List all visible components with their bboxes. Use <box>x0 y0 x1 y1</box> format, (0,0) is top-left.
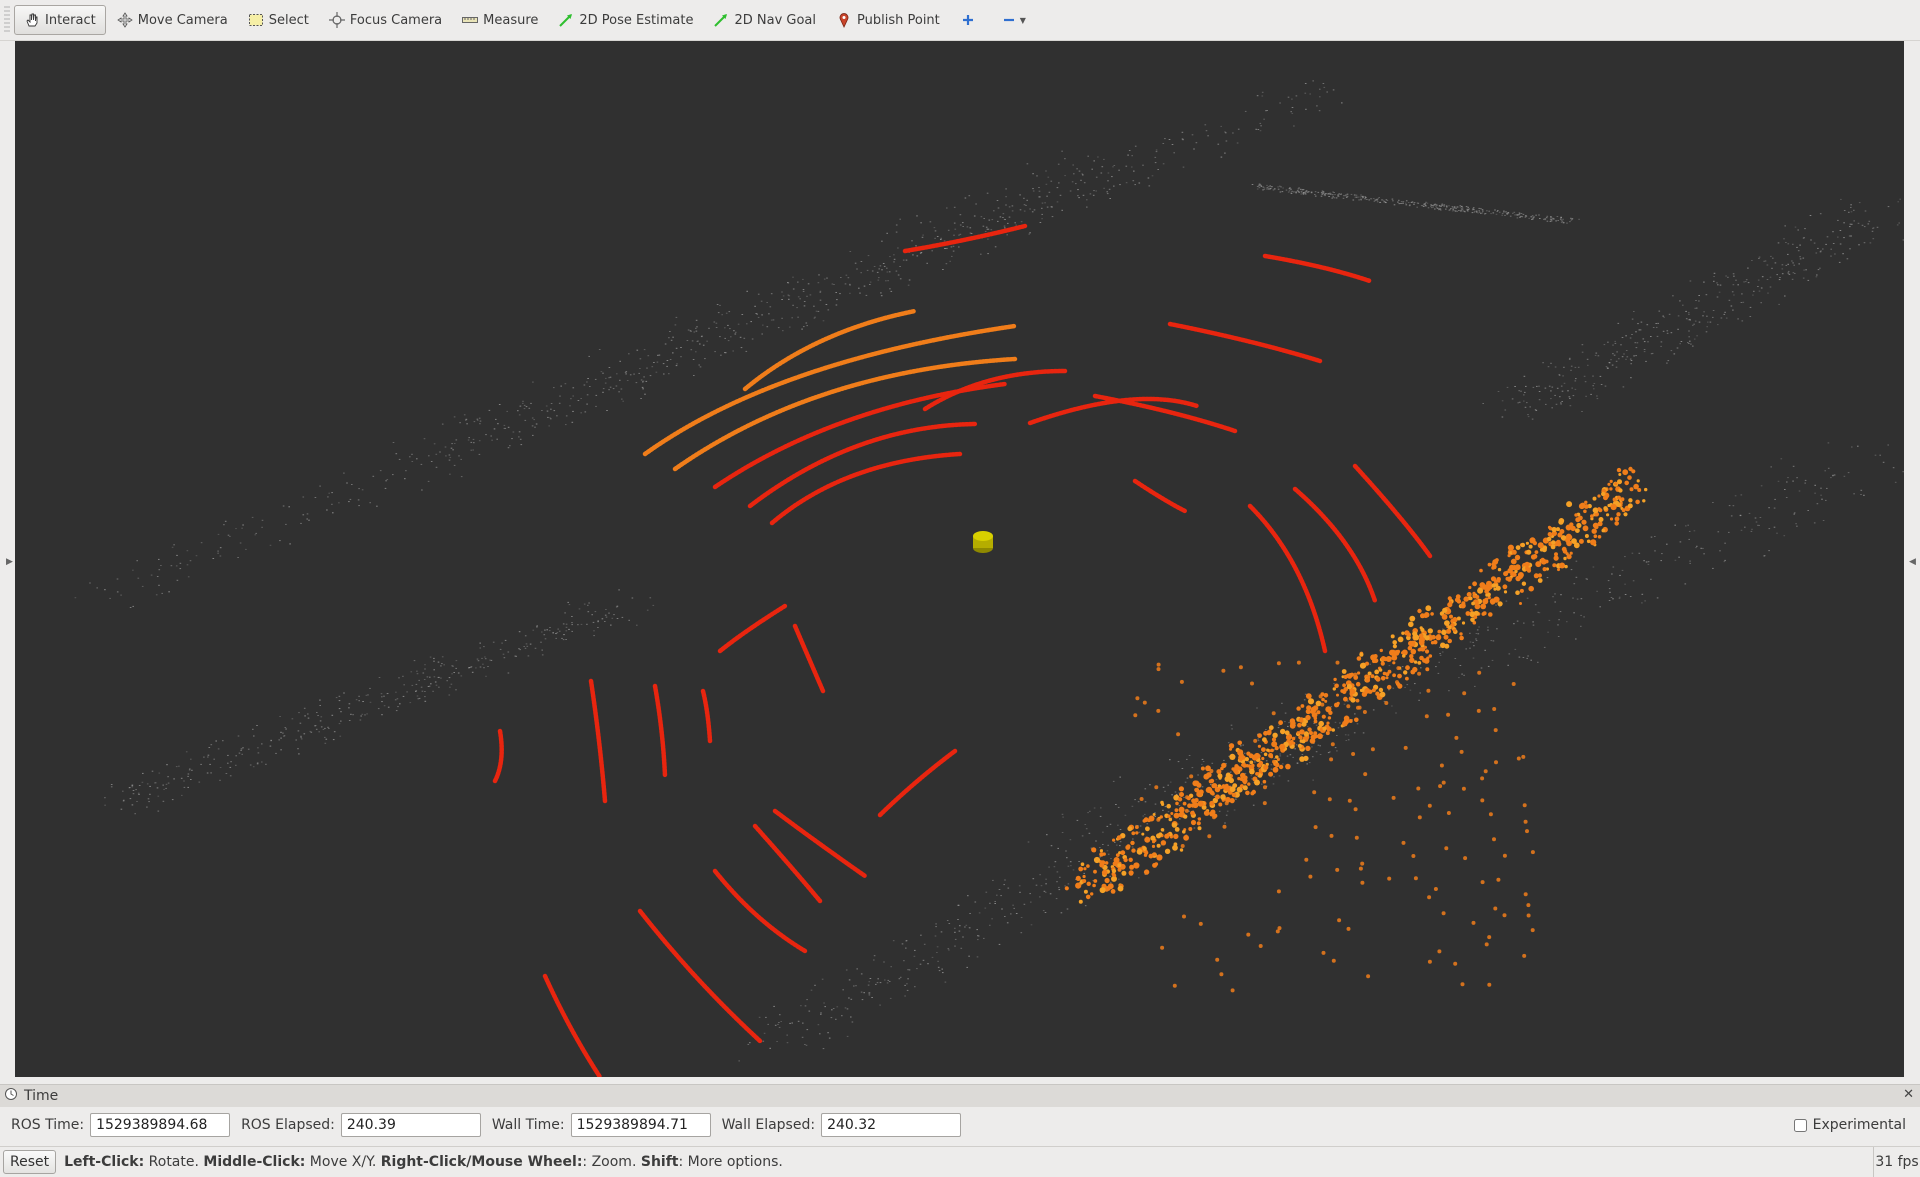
tool-label: Publish Point <box>857 12 940 28</box>
chevron-down-icon: ▼ <box>1019 15 1026 25</box>
mouse-hint-text: Left-Click: Rotate. Middle-Click: Move X… <box>64 1154 783 1170</box>
expand-left-icon[interactable]: ▶ <box>6 557 13 567</box>
green-arrow-icon <box>713 12 729 28</box>
orange-wall-points <box>1064 466 1648 993</box>
tool-label: Focus Camera <box>349 12 443 28</box>
wall-time-field[interactable] <box>570 1113 711 1137</box>
toolbar-grip[interactable] <box>4 6 10 34</box>
tool-interact[interactable]: Interact <box>14 5 106 35</box>
right-panel-splitter[interactable]: ◀ <box>1904 41 1920 1077</box>
hint-action: : More options. <box>678 1154 783 1170</box>
tool-publish-point[interactable]: Publish Point <box>827 5 949 35</box>
tool-2d-nav-goal[interactable]: 2D Nav Goal <box>704 5 825 35</box>
ruler-icon <box>462 12 479 28</box>
tool-label: Interact <box>45 12 96 28</box>
move-camera-icon <box>117 12 133 28</box>
ros-time-label: ROS Time: <box>11 1117 85 1133</box>
minus-icon <box>1001 12 1017 28</box>
hand-icon <box>24 12 40 28</box>
robot-marker <box>973 531 993 553</box>
fps-counter: 31 fps <box>1873 1147 1920 1177</box>
hint-action: Move X/Y. <box>305 1154 381 1170</box>
hint-key: Left-Click: <box>64 1154 145 1170</box>
time-panel-header: Time ✕ <box>0 1084 1920 1107</box>
render-viewport[interactable] <box>15 41 1904 1077</box>
time-panel-row: ROS Time: ROS Elapsed: Wall Time: Wall E… <box>0 1107 1920 1143</box>
left-panel-splitter[interactable]: ▶ <box>0 41 15 1077</box>
tool-2d-pose-estimate[interactable]: 2D Pose Estimate <box>549 5 702 35</box>
time-panel-title: Time <box>24 1088 59 1104</box>
wall-elapsed-label: Wall Elapsed: <box>721 1117 816 1133</box>
tool-label: 2D Pose Estimate <box>579 12 694 28</box>
experimental-label: Experimental <box>1812 1117 1906 1133</box>
experimental-checkbox[interactable] <box>1793 1118 1807 1132</box>
expand-right-icon[interactable]: ◀ <box>1909 557 1916 567</box>
gray-point-cloud <box>74 80 1904 1062</box>
tool-label: 2D Nav Goal <box>734 12 817 28</box>
close-icon[interactable]: ✕ <box>1903 1087 1914 1102</box>
rviz-toolbar: Interact Move Camera Select Focus Camera… <box>0 0 1920 41</box>
tool-select[interactable]: Select <box>239 5 318 35</box>
tool-move-camera[interactable]: Move Camera <box>108 5 237 35</box>
tool-focus-camera[interactable]: Focus Camera <box>320 5 451 35</box>
select-icon <box>248 12 264 28</box>
hint-key: Shift <box>640 1154 679 1170</box>
reset-button[interactable]: Reset <box>3 1150 57 1174</box>
laser-scan-rings <box>492 223 1433 1077</box>
ros-elapsed-label: ROS Elapsed: <box>241 1117 335 1133</box>
status-bar: Reset Left-Click: Rotate. Middle-Click: … <box>0 1146 1920 1177</box>
tool-measure[interactable]: Measure <box>453 5 547 35</box>
ros-time-field[interactable] <box>90 1113 231 1137</box>
wall-time-label: Wall Time: <box>491 1117 565 1133</box>
tool-label: Measure <box>483 12 539 28</box>
remove-tool-button[interactable]: ▼ <box>992 5 1035 35</box>
wall-elapsed-field[interactable] <box>821 1113 962 1137</box>
tool-label: Select <box>268 12 309 28</box>
tool-label: Move Camera <box>137 12 228 28</box>
green-arrow-icon <box>558 12 574 28</box>
ros-elapsed-field[interactable] <box>340 1113 481 1137</box>
plus-icon <box>960 12 976 28</box>
hint-key: Right-Click/Mouse Wheel: <box>380 1154 583 1170</box>
clock-icon <box>4 1087 18 1105</box>
hint-key: Middle-Click: <box>203 1154 306 1170</box>
hint-action: Rotate. <box>144 1154 204 1170</box>
focus-camera-icon <box>328 12 345 28</box>
add-tool-button[interactable] <box>951 5 990 35</box>
point-cloud-scene <box>74 80 1904 1077</box>
hint-action: : Zoom. <box>582 1154 641 1170</box>
map-pin-icon <box>836 12 852 28</box>
